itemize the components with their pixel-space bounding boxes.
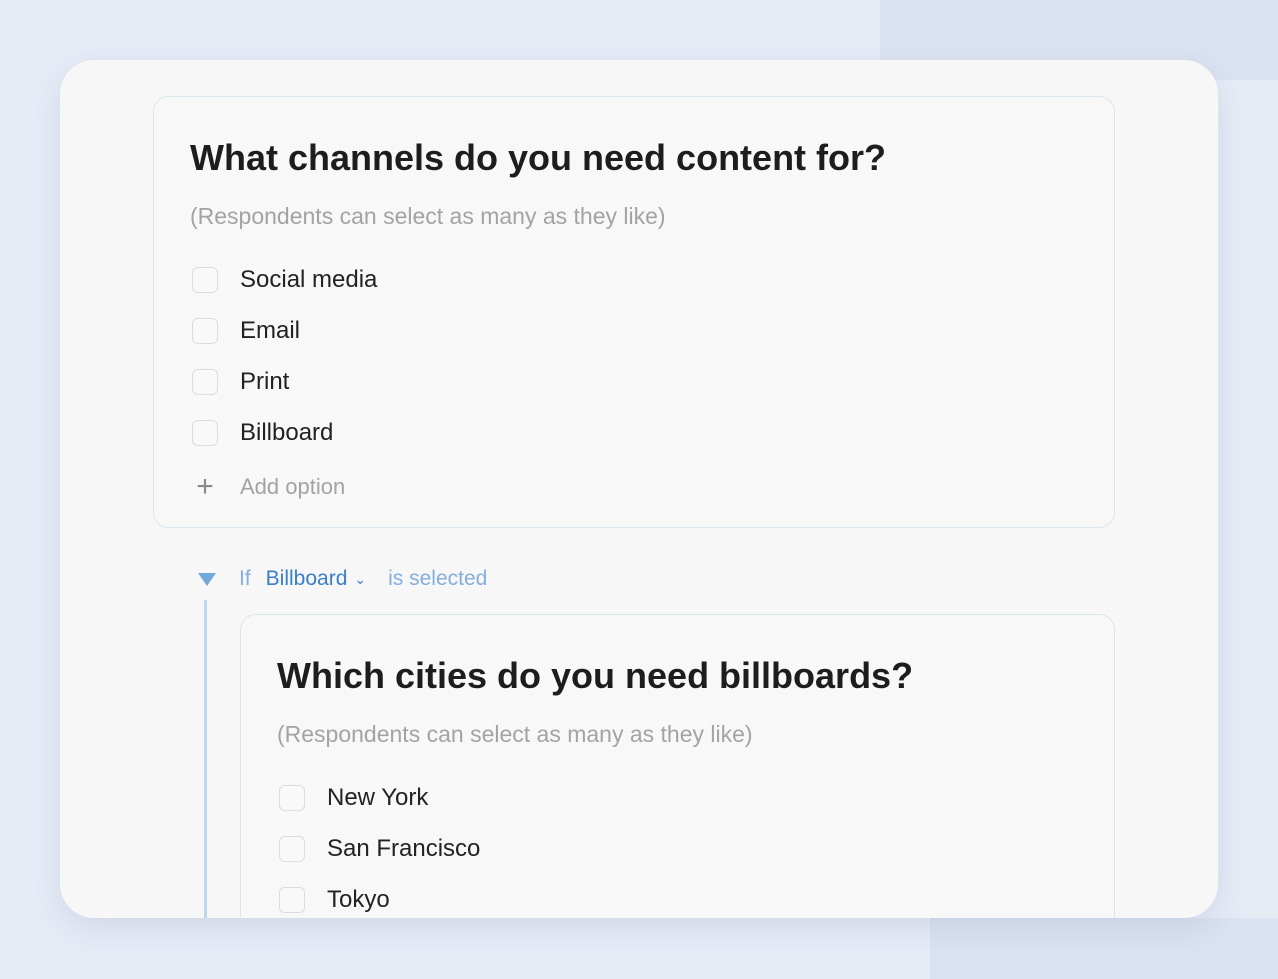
branch-line [204,600,207,918]
option-checkbox[interactable] [192,318,218,344]
option-label: Email [240,317,301,344]
option-checkbox[interactable] [279,887,305,913]
option-checkbox[interactable] [192,267,218,293]
option-label: San Francisco [327,835,481,862]
option-checkbox[interactable] [192,369,218,395]
question-title[interactable]: Which cities do you need billboards? [277,655,913,697]
option-tokyo[interactable]: Tokyo [279,885,390,915]
condition-row: If Billboard ⌄ is selected [198,566,487,592]
question-title[interactable]: What channels do you need content for? [190,137,886,179]
option-label: Social media [240,266,378,293]
condition-option-value: Billboard [265,567,348,590]
option-new-york[interactable]: New York [279,783,428,813]
chevron-down-icon: ⌄ [354,570,367,587]
option-label: New York [327,784,429,811]
background-panel-bottom [930,918,1278,979]
option-checkbox[interactable] [279,785,305,811]
condition-option-dropdown[interactable]: Billboard ⌄ [266,567,366,591]
question-hint: (Respondents can select as many as they … [277,721,753,747]
question-hint: (Respondents can select as many as they … [190,203,666,229]
option-label: Billboard [240,419,334,446]
option-san-francisco[interactable]: San Francisco [279,834,480,864]
condition-suffix: is selected [388,567,488,590]
form-builder-card: What channels do you need content for? (… [60,60,1218,918]
condition-if-label: If [239,567,251,590]
option-print[interactable]: Print [192,367,289,397]
option-checkbox[interactable] [192,420,218,446]
add-option-label: Add option [240,474,346,499]
option-email[interactable]: Email [192,316,300,346]
option-checkbox[interactable] [279,836,305,862]
question-card-channels: What channels do you need content for? (… [153,96,1115,528]
option-label: Print [240,368,290,395]
add-option-button[interactable]: + Add option [192,472,345,502]
question-card-cities: Which cities do you need billboards? (Re… [240,614,1115,918]
collapse-triangle-icon[interactable] [198,572,216,586]
plus-icon: + [196,470,214,503]
option-social-media[interactable]: Social media [192,265,377,295]
option-billboard[interactable]: Billboard [192,418,333,448]
option-label: Tokyo [327,886,390,913]
